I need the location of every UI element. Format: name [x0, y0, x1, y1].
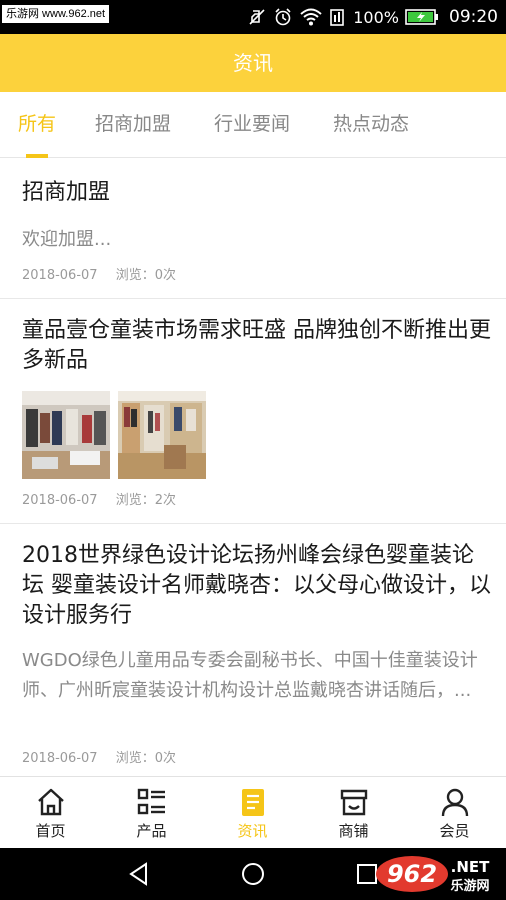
nav-label: 首页 [35, 822, 66, 840]
tab-all[interactable]: 所有 [18, 92, 56, 158]
article-summary: WGDO绿色儿童用品专委会副秘书长、中国十佳童装设计师、广州昕宸童装设计机构设计… [22, 650, 478, 701]
app-screen: 乐游网 www.962.net 100% 09:20 资讯 所有 招商加盟 行业… [0, 0, 506, 900]
article-thumbnails [22, 391, 206, 479]
wifi-icon [300, 8, 322, 26]
store-icon [340, 789, 367, 816]
category-tabs: 所有 招商加盟 行业要闻 热点动态 [0, 92, 506, 158]
home-icon [37, 788, 64, 816]
article-meta: 2018-06-07 浏览：0次 [22, 267, 176, 285]
nav-label: 会员 [439, 822, 470, 840]
article-title: 招商加盟 [22, 180, 111, 205]
back-icon[interactable] [126, 861, 152, 887]
home-button-icon[interactable] [240, 861, 266, 887]
tab-label: 热点动态 [333, 113, 410, 135]
battery-icon [405, 9, 438, 25]
tab-hot-topics[interactable]: 热点动态 [333, 92, 409, 158]
nav-member[interactable]: 会员 [404, 777, 505, 849]
status-icons: 100% 09:20 [247, 0, 498, 34]
bottom-nav: 首页 产品 资讯 商铺 会员 [0, 776, 506, 848]
article-list: 招商加盟 欢迎加盟... 2018-06-07 浏览：0次 童品壹仓童装市场需求… [0, 158, 506, 776]
article-views: 浏览：0次 [115, 751, 176, 766]
article-meta: 2018-06-07 浏览：0次 [22, 750, 176, 768]
tab-label: 所有 [18, 113, 57, 135]
article-thumbnail[interactable] [118, 391, 206, 479]
article-thumbnail[interactable] [22, 391, 110, 479]
article-summary: 欢迎加盟... [22, 229, 112, 250]
battery-percent: 100% [353, 7, 399, 27]
article-date: 2018-06-07 [22, 751, 98, 766]
sim-signal-icon [330, 9, 345, 26]
list-icon [137, 788, 165, 815]
tab-industry-news[interactable]: 行业要闻 [214, 92, 290, 158]
nav-label: 商铺 [338, 822, 369, 840]
list-item[interactable]: 招商加盟 欢迎加盟... 2018-06-07 浏览：0次 [0, 158, 506, 299]
article-title: 童品壹仓童装市场需求旺盛 品牌独创不断推出更多新品 [22, 318, 491, 373]
nav-products[interactable]: 产品 [101, 777, 202, 849]
nav-store[interactable]: 商铺 [303, 777, 404, 849]
alarm-icon [275, 8, 291, 26]
status-bar: 乐游网 www.962.net 100% 09:20 [0, 0, 506, 34]
article-views: 浏览：0次 [115, 268, 176, 283]
news-icon [241, 789, 264, 816]
logo-suffix: .NET [451, 858, 490, 876]
tab-label: 招商加盟 [95, 113, 172, 135]
list-item[interactable]: 童品壹仓童装市场需求旺盛 品牌独创不断推出更多新品 2018-06-07 浏览：… [0, 299, 506, 524]
article-views: 浏览：2次 [115, 493, 176, 508]
clock: 09:20 [449, 7, 498, 27]
article-date: 2018-06-07 [22, 268, 98, 283]
watermark-label: 乐游网 www.962.net [2, 5, 110, 23]
tab-franchise[interactable]: 招商加盟 [95, 92, 171, 158]
logo-text: 乐游网 [450, 878, 489, 894]
nav-label: 资讯 [237, 822, 268, 840]
nav-label: 产品 [136, 822, 167, 840]
mute-icon [249, 9, 265, 25]
article-meta: 2018-06-07 浏览：2次 [22, 492, 176, 510]
article-title: 2018世界绿色设计论坛扬州峰会绿色婴童装论坛 婴童装设计名师戴晓杏：以父母心做… [22, 543, 491, 628]
logo-number: 962 [387, 860, 437, 888]
page-title: 资讯 [0, 34, 506, 92]
system-nav-bar: 962 .NET 乐游网 [0, 848, 506, 900]
tab-label: 行业要闻 [214, 113, 291, 135]
site-logo-watermark: 962 .NET 乐游网 [372, 852, 500, 896]
nav-news[interactable]: 资讯 [202, 777, 303, 849]
nav-home[interactable]: 首页 [0, 777, 101, 849]
article-date: 2018-06-07 [22, 493, 98, 508]
list-item[interactable]: 2018世界绿色设计论坛扬州峰会绿色婴童装论坛 婴童装设计名师戴晓杏：以父母心做… [0, 524, 506, 776]
user-icon [441, 788, 468, 817]
